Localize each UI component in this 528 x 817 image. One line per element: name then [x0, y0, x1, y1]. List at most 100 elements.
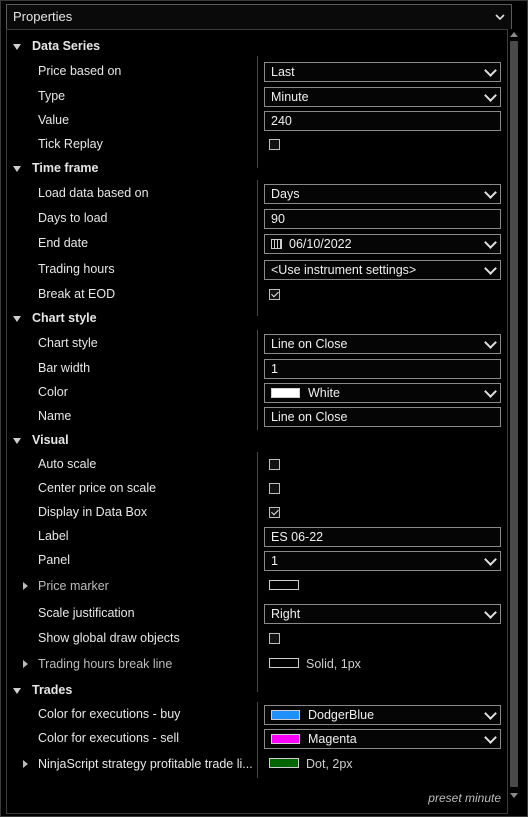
- name-input[interactable]: Line on Close: [264, 407, 501, 427]
- scroll-down-icon[interactable]: [510, 793, 518, 798]
- show-global-draw-checkbox[interactable]: [269, 633, 280, 644]
- chevron-down-icon[interactable]: [484, 606, 497, 619]
- chevron-down-icon[interactable]: [484, 262, 497, 275]
- chevron-down-icon[interactable]: [484, 236, 497, 249]
- input-value: ES 06-22: [271, 530, 324, 544]
- expand-arrow-icon[interactable]: [23, 660, 28, 668]
- expand-arrow-icon[interactable]: [13, 44, 21, 50]
- property-label: Center price on scale: [38, 481, 157, 495]
- row-tick-replay: Tick Replay: [7, 133, 507, 157]
- tick-replay-checkbox[interactable]: [269, 139, 280, 150]
- color-select[interactable]: White: [264, 383, 501, 403]
- color-swatch: [271, 388, 300, 398]
- row-end-date: End date 06/10/2022: [7, 232, 507, 256]
- select-value: Line on Close: [271, 337, 348, 351]
- chevron-down-icon[interactable]: [494, 11, 506, 23]
- window-title: Properties: [13, 9, 73, 24]
- scroll-up-icon[interactable]: [510, 32, 518, 37]
- scroll-thumb[interactable]: [510, 41, 518, 787]
- stroke-value: Dot, 2px: [306, 757, 353, 771]
- price-based-on-select[interactable]: Last: [264, 62, 501, 82]
- center-price-checkbox[interactable]: [269, 483, 280, 494]
- calendar-icon[interactable]: [271, 239, 282, 249]
- label-input[interactable]: ES 06-22: [264, 527, 501, 547]
- category-visual[interactable]: Visual: [7, 429, 507, 453]
- row-value: Value 240: [7, 109, 507, 133]
- select-value: DodgerBlue: [308, 708, 375, 722]
- color-swatch: [269, 758, 299, 768]
- row-ninjascript-profitable[interactable]: NinjaScript strategy profitable trade li…: [7, 753, 507, 777]
- property-label: Color: [38, 385, 68, 399]
- checkmark-icon: [271, 289, 279, 298]
- input-value: Line on Close: [271, 410, 348, 424]
- chart-style-select[interactable]: Line on Close: [264, 334, 501, 354]
- expand-arrow-icon[interactable]: [13, 688, 21, 694]
- row-days-to-load: Days to load 90: [7, 207, 507, 231]
- vertical-scrollbar[interactable]: [508, 29, 521, 812]
- value-input[interactable]: 240: [264, 111, 501, 131]
- expand-arrow-icon[interactable]: [13, 316, 21, 322]
- exec-sell-color-select[interactable]: Magenta: [264, 729, 501, 749]
- property-label: Days to load: [38, 211, 108, 225]
- row-auto-scale: Auto scale: [7, 453, 507, 477]
- days-to-load-input[interactable]: 90: [264, 209, 501, 229]
- row-show-global-draw: Show global draw objects: [7, 627, 507, 651]
- trading-hours-select[interactable]: <Use instrument settings>: [264, 260, 501, 280]
- chevron-down-icon[interactable]: [484, 336, 497, 349]
- property-label: Tick Replay: [38, 137, 103, 151]
- row-center-price: Center price on scale: [7, 477, 507, 501]
- bar-width-input[interactable]: 1: [264, 359, 501, 379]
- chevron-down-icon[interactable]: [484, 186, 497, 199]
- panel-select[interactable]: 1: [264, 551, 501, 571]
- color-swatch: [271, 734, 300, 744]
- row-label: Label ES 06-22: [7, 525, 507, 549]
- scale-justification-select[interactable]: Right: [264, 604, 501, 624]
- select-value: White: [308, 386, 340, 400]
- property-label: Price based on: [38, 64, 122, 78]
- property-label: Load data based on: [38, 186, 149, 200]
- end-date-picker[interactable]: 06/10/2022: [264, 234, 501, 254]
- row-price-based-on: Price based on Last: [7, 60, 507, 84]
- properties-header[interactable]: Properties: [6, 4, 512, 30]
- chevron-down-icon[interactable]: [484, 64, 497, 77]
- select-value: Days: [271, 187, 300, 201]
- chevron-down-icon[interactable]: [484, 707, 497, 720]
- property-label: NinjaScript strategy profitable trade li…: [38, 757, 253, 771]
- category-trades[interactable]: Trades: [7, 679, 507, 703]
- color-swatch: [269, 580, 299, 590]
- chevron-down-icon[interactable]: [484, 553, 497, 566]
- chevron-down-icon[interactable]: [484, 731, 497, 744]
- expand-arrow-icon[interactable]: [23, 760, 28, 768]
- category-time-frame[interactable]: Time frame: [7, 157, 507, 181]
- row-trading-hours-break[interactable]: Trading hours break line Solid, 1px: [7, 653, 507, 677]
- preset-label: preset minute: [428, 791, 501, 805]
- property-label: Chart style: [38, 336, 98, 350]
- auto-scale-checkbox[interactable]: [269, 459, 280, 470]
- property-label: Name: [38, 409, 72, 423]
- break-at-eod-checkbox[interactable]: [269, 289, 280, 300]
- expand-arrow-icon[interactable]: [13, 166, 21, 172]
- category-label: Visual: [32, 433, 69, 447]
- category-chart-style[interactable]: Chart style: [7, 307, 507, 331]
- row-color: Color White: [7, 381, 507, 405]
- expand-arrow-icon[interactable]: [13, 438, 21, 444]
- row-chart-style: Chart style Line on Close: [7, 332, 507, 356]
- row-price-marker[interactable]: Price marker: [7, 575, 507, 599]
- exec-buy-color-select[interactable]: DodgerBlue: [264, 705, 501, 725]
- properties-window: Properties Data Series Price based on La…: [0, 0, 528, 817]
- display-data-box-checkbox[interactable]: [269, 507, 280, 518]
- chevron-down-icon[interactable]: [484, 385, 497, 398]
- expand-arrow-icon[interactable]: [23, 582, 28, 590]
- row-name: Name Line on Close: [7, 405, 507, 429]
- chevron-down-icon[interactable]: [484, 89, 497, 102]
- category-label: Data Series: [32, 39, 101, 53]
- row-panel: Panel 1: [7, 549, 507, 573]
- select-value: 1: [271, 554, 278, 568]
- row-type: Type Minute: [7, 85, 507, 109]
- category-label: Time frame: [32, 161, 99, 175]
- category-data-series[interactable]: Data Series: [7, 35, 507, 59]
- input-value: 240: [271, 114, 292, 128]
- type-select[interactable]: Minute: [264, 87, 501, 107]
- property-label: Auto scale: [38, 457, 97, 471]
- load-data-based-on-select[interactable]: Days: [264, 184, 501, 204]
